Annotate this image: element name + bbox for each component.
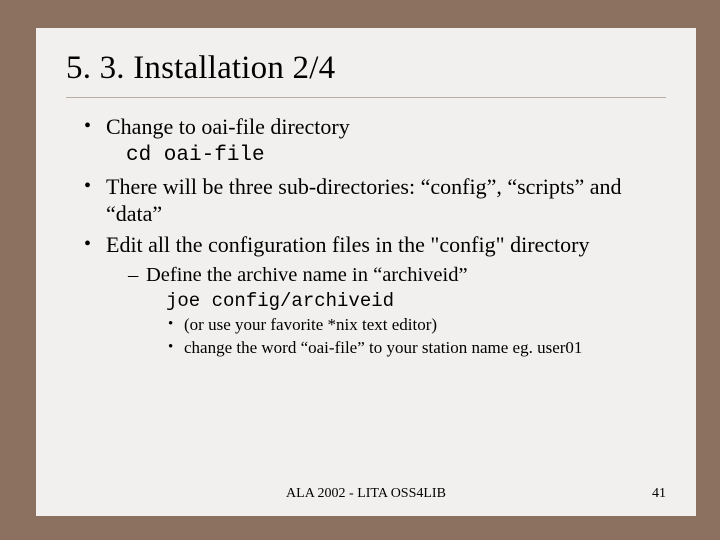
sub-bullet-list: Define the archive name in “archiveid” j… [106,263,666,359]
footer-center: ALA 2002 - LITA OSS4LIB [66,486,666,502]
bullet-list: Change to oai-file directory cd oai-file… [66,114,666,359]
sub-bullet-text: Define the archive name in “archiveid” [146,264,468,286]
sub-bullet-item: Define the archive name in “archiveid” j… [128,263,666,359]
bullet-text: Change to oai-file directory [106,114,350,139]
slide: 5. 3. Installation 2/4 Change to oai-fil… [36,28,696,516]
code-line: joe config/archiveid [166,290,666,313]
title-divider [66,97,666,98]
bullet-text: There will be three sub-directories: “co… [106,174,622,226]
slide-title: 5. 3. Installation 2/4 [66,50,666,87]
subsub-bullet-item: change the word “oai-file” to your stati… [168,338,666,359]
bullet-text: Edit all the configuration files in the … [106,232,589,257]
bullet-item: Edit all the configuration files in the … [84,232,666,358]
code-line: cd oai-file [126,143,666,169]
footer: ALA 2002 - LITA OSS4LIB 41 [66,486,666,502]
subsub-bullet-list: (or use your favorite *nix text editor) … [146,315,666,358]
bullet-item: Change to oai-file directory cd oai-file [84,114,666,168]
subsub-bullet-item: (or use your favorite *nix text editor) [168,315,666,336]
bullet-item: There will be three sub-directories: “co… [84,174,666,228]
